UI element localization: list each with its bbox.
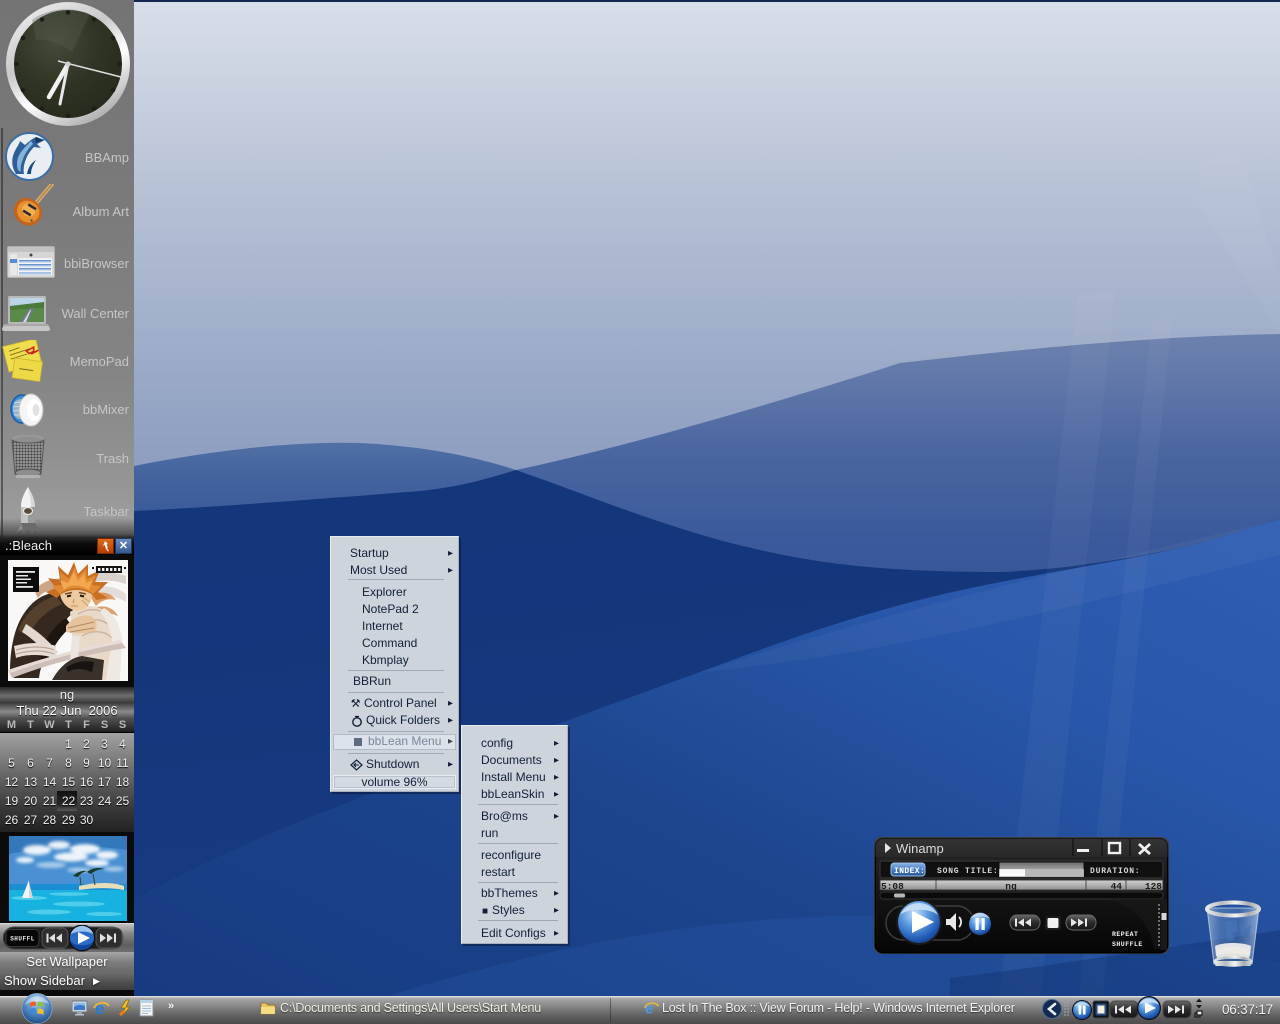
svg-text:ng: ng bbox=[1005, 881, 1017, 892]
svg-text:SONG TITLE:: SONG TITLE: bbox=[937, 867, 999, 876]
svg-text:INDEX:: INDEX: bbox=[894, 867, 925, 876]
svg-text:5:08: 5:08 bbox=[881, 881, 904, 892]
svg-text:DURATION:: DURATION: bbox=[1090, 867, 1140, 876]
svg-text:SHUFFLE: SHUFFLE bbox=[1112, 941, 1143, 948]
svg-text:»: » bbox=[168, 1000, 174, 1012]
svg-text:44: 44 bbox=[1111, 881, 1123, 892]
svg-text:128: 128 bbox=[1145, 881, 1162, 892]
svg-text:REPEAT: REPEAT bbox=[1112, 931, 1138, 938]
svg-text:e: e bbox=[95, 999, 104, 1018]
svg-text:Winamp: Winamp bbox=[896, 841, 944, 856]
svg-text:SHUFFL: SHUFFL bbox=[10, 936, 35, 943]
